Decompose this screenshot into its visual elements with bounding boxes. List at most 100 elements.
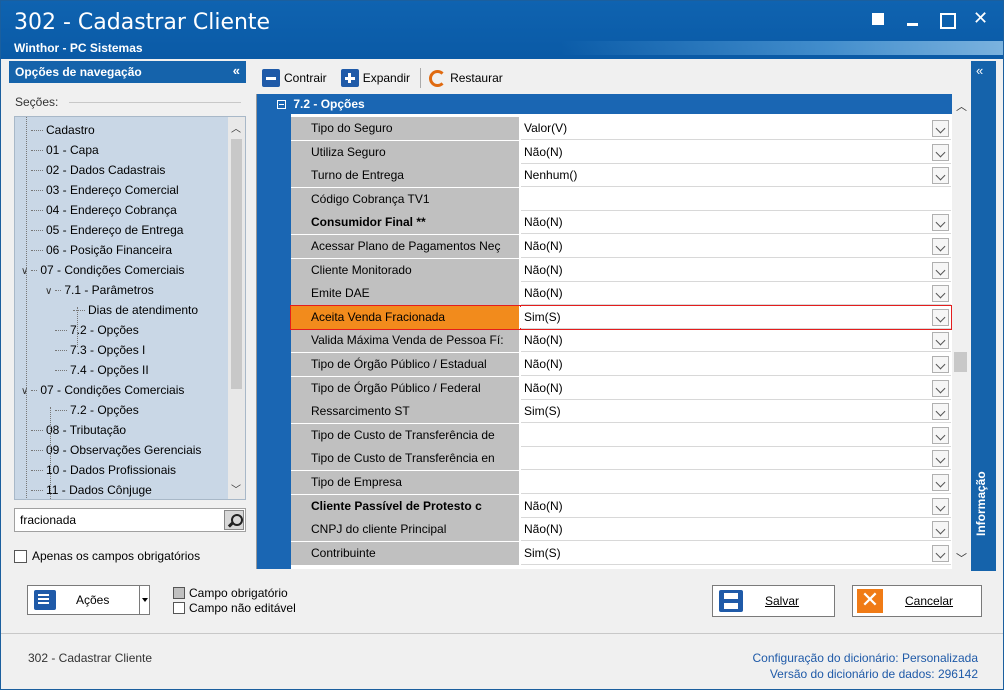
search-icon[interactable] <box>224 510 244 530</box>
dropdown-chevron-icon[interactable] <box>932 473 949 491</box>
grid-row-value[interactable]: Não(N) <box>521 518 951 542</box>
tree-item[interactable]: 08 - Tributação <box>31 420 126 440</box>
tree-item[interactable]: 04 - Endereço Cobrança <box>31 200 177 220</box>
grid-row-value[interactable] <box>521 187 951 211</box>
tree-scrollbar[interactable]: ︿ ﹀ <box>228 117 245 499</box>
expand-chevron-icon[interactable]: ∨ <box>45 286 52 297</box>
dropdown-chevron-icon[interactable] <box>932 544 949 562</box>
dropdown-chevron-icon[interactable] <box>932 403 949 421</box>
grid-row[interactable]: Utiliza Seguro Não(N) <box>291 140 951 165</box>
grid-scroll-thumb[interactable] <box>954 352 967 372</box>
scroll-down-icon[interactable]: ﹀ <box>231 481 241 496</box>
tree-item[interactable]: ∨ 7.1 - Parâmetros <box>45 280 154 300</box>
grid-row-value[interactable]: Não(N) <box>521 494 951 518</box>
dropdown-chevron-icon[interactable] <box>932 120 949 137</box>
grid-row-value[interactable]: Não(N) <box>521 352 951 376</box>
grid-row-value[interactable]: Nenhum() <box>521 164 951 188</box>
grid-scroll-down-icon[interactable]: ﹀ <box>956 550 967 566</box>
scroll-up-icon[interactable]: ︿ <box>231 120 241 135</box>
minimize-icon[interactable] <box>905 11 921 27</box>
dropdown-chevron-icon[interactable] <box>932 450 949 468</box>
grid-row[interactable]: Cliente Monitorado Não(N) <box>291 258 951 283</box>
expand-chevron-icon[interactable]: ∨ <box>21 386 28 397</box>
tree-item[interactable]: 10 - Dados Profissionais <box>31 460 176 480</box>
contrair-button[interactable]: Contrair <box>262 69 327 87</box>
grid-row[interactable]: Tipo de Órgão Público / Estadual Não(N) <box>291 352 951 377</box>
grid-row-highlighted[interactable]: Aceita Venda Fracionada Sim(S) <box>290 304 952 331</box>
only-required-checkbox[interactable] <box>14 549 27 563</box>
maximize-icon[interactable] <box>939 11 956 29</box>
sections-tree[interactable]: 11 - Dados Cônjuge 10 - Dados Profissiona… <box>14 116 246 500</box>
expand-info-icon[interactable]: « <box>976 63 983 78</box>
restore-icon[interactable] <box>871 11 887 27</box>
grid-row[interactable]: Valida Máxima Venda de Pessoa Fí: Não(N) <box>291 329 951 353</box>
save-button[interactable]: Salvar <box>712 585 835 617</box>
info-panel-strip[interactable]: « Informação <box>971 61 996 571</box>
tree-scroll-thumb[interactable] <box>231 139 242 389</box>
grid-row-value[interactable]: Valor(V) <box>521 117 951 140</box>
search-input[interactable] <box>15 509 215 531</box>
tree-item[interactable]: ∨ 07 - Condições Comerciais <box>21 380 184 400</box>
grid-row[interactable]: CNPJ do cliente Principal Não(N) <box>291 518 951 542</box>
grid-row-value[interactable] <box>521 470 951 494</box>
grid-row[interactable]: Acessar Plano de Pagamentos Neç Não(N) <box>291 234 951 259</box>
grid-row-value[interactable]: Não(N) <box>521 282 951 306</box>
tree-item[interactable]: 7.4 - Opções II <box>55 360 149 380</box>
grid-row[interactable]: Código Cobrança TV1 <box>291 187 951 212</box>
grid-section-header[interactable]: 7.2 - Opções <box>273 94 953 114</box>
tree-item[interactable]: 05 - Endereço de Entrega <box>31 220 183 240</box>
dropdown-chevron-icon[interactable] <box>932 497 949 515</box>
grid-row[interactable]: Cliente Passível de Protesto c Não(N) <box>291 494 951 519</box>
tree-item[interactable]: 7.3 - Opções I <box>55 340 145 360</box>
grid-row-value[interactable]: Não(N) <box>521 211 951 235</box>
grid-row-value[interactable] <box>521 447 951 471</box>
grid-row[interactable]: Ressarcimento ST Sim(S) <box>291 400 951 424</box>
tree-item[interactable]: 7.2 - Opções <box>55 320 139 340</box>
grid-row[interactable]: Tipo do Seguro Valor(V) <box>291 117 951 141</box>
grid-row-value[interactable]: Sim(S) <box>521 305 951 329</box>
dropdown-chevron-icon[interactable] <box>932 237 949 255</box>
acoes-dropdown-icon[interactable] <box>139 586 149 614</box>
tree-item[interactable]: 01 - Capa <box>31 140 99 160</box>
tree-item[interactable]: Cadastro <box>31 120 95 140</box>
tree-item[interactable]: 09 - Observações Gerenciais <box>31 440 201 460</box>
grid-row-value[interactable] <box>521 423 951 447</box>
dropdown-chevron-icon[interactable] <box>932 332 949 350</box>
dropdown-chevron-icon[interactable] <box>932 308 949 326</box>
dropdown-chevron-icon[interactable] <box>932 167 949 185</box>
dropdown-chevron-icon[interactable] <box>932 143 949 161</box>
grid-row[interactable]: Turno de Entrega Nenhum() <box>291 164 951 188</box>
grid-row-value[interactable]: Não(N) <box>521 258 951 282</box>
collapse-nav-icon[interactable]: « <box>233 63 240 78</box>
tree-item[interactable]: 7.2 - Opções <box>55 400 139 420</box>
grid-row-value[interactable]: Sim(S) <box>521 400 951 424</box>
grid-row-value[interactable]: Não(N) <box>521 329 951 353</box>
dropdown-chevron-icon[interactable] <box>932 214 949 232</box>
info-panel-label[interactable]: Informação <box>974 456 988 536</box>
grid-row[interactable]: Tipo de Órgão Público / Federal Não(N) <box>291 376 951 401</box>
grid-row[interactable]: Tipo de Custo de Transferência de <box>291 423 951 448</box>
tree-item[interactable]: 03 - Endereço Comercial <box>31 180 179 200</box>
grid-row[interactable]: Emite DAE Não(N) <box>291 282 951 306</box>
close-icon[interactable]: ✕ <box>973 10 989 28</box>
grid-scroll-up-icon[interactable]: ︿ <box>956 98 967 114</box>
grid-row-value[interactable]: Não(N) <box>521 234 951 258</box>
grid-row[interactable]: Tipo de Custo de Transferência en <box>291 447 951 471</box>
grid-row[interactable]: Tipo de Empresa <box>291 470 951 495</box>
dropdown-chevron-icon[interactable] <box>932 426 949 444</box>
dropdown-chevron-icon[interactable] <box>932 379 949 397</box>
section-collapse-icon[interactable] <box>277 100 286 109</box>
dropdown-chevron-icon[interactable] <box>932 355 949 373</box>
acoes-button[interactable]: Ações <box>27 585 150 615</box>
grid-row-value[interactable]: Não(N) <box>521 140 951 164</box>
grid-row[interactable]: Contribuinte Sim(S) <box>291 541 951 566</box>
tree-item[interactable]: ∨ 07 - Condições Comerciais <box>21 260 184 280</box>
grid-row[interactable]: Consumidor Final ** Não(N) <box>291 211 951 235</box>
grid-row-value[interactable]: Sim(S) <box>521 541 951 565</box>
grid-scrollbar[interactable]: ︿ ﹀ <box>952 94 969 569</box>
tree-item[interactable]: 02 - Dados Cadastrais <box>31 160 165 180</box>
cancel-button[interactable]: ✕ Cancelar <box>852 585 982 617</box>
dropdown-chevron-icon[interactable] <box>932 521 949 539</box>
tree-item[interactable]: Dias de atendimento <box>73 300 198 320</box>
dropdown-chevron-icon[interactable] <box>932 285 949 303</box>
